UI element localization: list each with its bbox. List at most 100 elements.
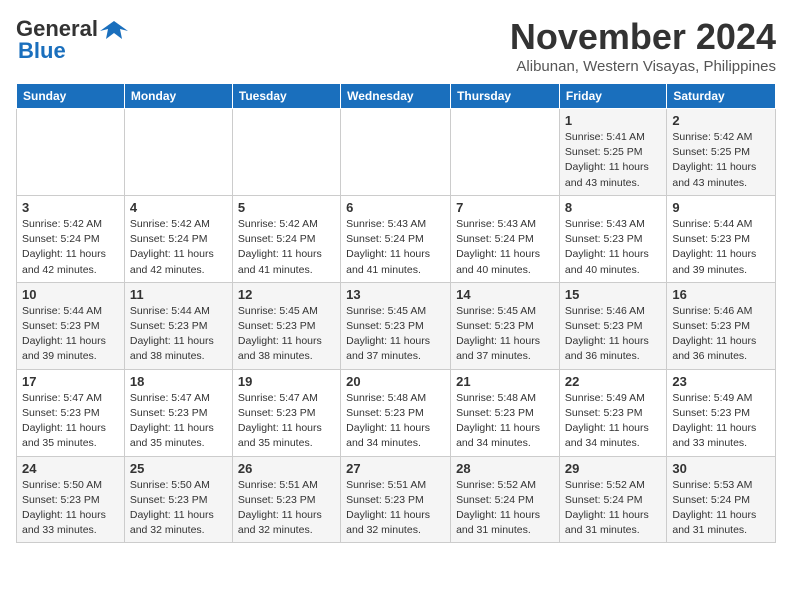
- calendar-cell: 27 Sunrise: 5:51 AM Sunset: 5:23 PM Dayli…: [341, 456, 451, 543]
- day-number: 5: [238, 200, 335, 215]
- day-info: Sunrise: 5:44 AM Sunset: 5:23 PM Dayligh…: [22, 304, 119, 365]
- header: General Blue November 2024 Alibunan, Wes…: [16, 16, 776, 75]
- day-number: 23: [672, 374, 770, 389]
- day-number: 25: [130, 461, 227, 476]
- day-number: 11: [130, 287, 227, 302]
- weekday-header-friday: Friday: [559, 84, 666, 109]
- day-info: Sunrise: 5:44 AM Sunset: 5:23 PM Dayligh…: [130, 304, 227, 365]
- logo-text-blue: Blue: [18, 38, 66, 64]
- day-number: 7: [456, 200, 554, 215]
- day-info: Sunrise: 5:51 AM Sunset: 5:23 PM Dayligh…: [238, 478, 335, 539]
- weekday-header-wednesday: Wednesday: [341, 84, 451, 109]
- day-info: Sunrise: 5:47 AM Sunset: 5:23 PM Dayligh…: [238, 391, 335, 452]
- day-number: 4: [130, 200, 227, 215]
- day-number: 18: [130, 374, 227, 389]
- calendar-cell: 2 Sunrise: 5:42 AM Sunset: 5:25 PM Daylig…: [667, 109, 776, 196]
- calendar-cell: 12 Sunrise: 5:45 AM Sunset: 5:23 PM Dayli…: [232, 282, 340, 369]
- calendar-cell: 28 Sunrise: 5:52 AM Sunset: 5:24 PM Dayli…: [451, 456, 560, 543]
- day-number: 29: [565, 461, 661, 476]
- calendar-cell: 13 Sunrise: 5:45 AM Sunset: 5:23 PM Dayli…: [341, 282, 451, 369]
- day-number: 28: [456, 461, 554, 476]
- calendar-cell: 18 Sunrise: 5:47 AM Sunset: 5:23 PM Dayli…: [124, 369, 232, 456]
- logo-bird-icon: [100, 19, 128, 39]
- day-info: Sunrise: 5:43 AM Sunset: 5:23 PM Dayligh…: [565, 217, 661, 278]
- title-area: November 2024 Alibunan, Western Visayas,…: [510, 16, 776, 75]
- day-number: 17: [22, 374, 119, 389]
- calendar-cell: 29Sunrise: 5:52 AM Sunset: 5:24 PM Dayli…: [559, 456, 666, 543]
- calendar-cell: 21Sunrise: 5:48 AM Sunset: 5:23 PM Dayli…: [451, 369, 560, 456]
- calendar-cell: [232, 109, 340, 196]
- day-number: 3: [22, 200, 119, 215]
- calendar-cell: [124, 109, 232, 196]
- day-info: Sunrise: 5:49 AM Sunset: 5:23 PM Dayligh…: [672, 391, 770, 452]
- calendar-cell: 8 Sunrise: 5:43 AM Sunset: 5:23 PM Daylig…: [559, 195, 666, 282]
- day-info: Sunrise: 5:49 AM Sunset: 5:23 PM Dayligh…: [565, 391, 661, 452]
- week-row-3: 10 Sunrise: 5:44 AM Sunset: 5:23 PM Dayli…: [17, 282, 776, 369]
- day-info: Sunrise: 5:50 AM Sunset: 5:23 PM Dayligh…: [130, 478, 227, 539]
- day-number: 22: [565, 374, 661, 389]
- day-number: 30: [672, 461, 770, 476]
- day-info: Sunrise: 5:45 AM Sunset: 5:23 PM Dayligh…: [456, 304, 554, 365]
- day-info: Sunrise: 5:48 AM Sunset: 5:23 PM Dayligh…: [456, 391, 554, 452]
- day-info: Sunrise: 5:42 AM Sunset: 5:24 PM Dayligh…: [238, 217, 335, 278]
- day-number: 15: [565, 287, 661, 302]
- calendar-cell: 10 Sunrise: 5:44 AM Sunset: 5:23 PM Dayli…: [17, 282, 125, 369]
- calendar-cell: [451, 109, 560, 196]
- day-info: Sunrise: 5:45 AM Sunset: 5:23 PM Dayligh…: [346, 304, 445, 365]
- calendar-table: SundayMondayTuesdayWednesdayThursdayFrid…: [16, 83, 776, 543]
- day-number: 27: [346, 461, 445, 476]
- day-number: 2: [672, 113, 770, 128]
- day-info: Sunrise: 5:42 AM Sunset: 5:24 PM Dayligh…: [130, 217, 227, 278]
- calendar-cell: 15 Sunrise: 5:46 AM Sunset: 5:23 PM Dayli…: [559, 282, 666, 369]
- day-number: 9: [672, 200, 770, 215]
- weekday-header-sunday: Sunday: [17, 84, 125, 109]
- calendar-cell: [17, 109, 125, 196]
- calendar-cell: 16 Sunrise: 5:46 AM Sunset: 5:23 PM Dayli…: [667, 282, 776, 369]
- day-number: 10: [22, 287, 119, 302]
- day-number: 8: [565, 200, 661, 215]
- day-number: 12: [238, 287, 335, 302]
- day-number: 24: [22, 461, 119, 476]
- day-info: Sunrise: 5:44 AM Sunset: 5:23 PM Dayligh…: [672, 217, 770, 278]
- weekday-header-monday: Monday: [124, 84, 232, 109]
- week-row-4: 17 Sunrise: 5:47 AM Sunset: 5:23 PM Dayli…: [17, 369, 776, 456]
- day-number: 16: [672, 287, 770, 302]
- calendar-cell: 14 Sunrise: 5:45 AM Sunset: 5:23 PM Dayli…: [451, 282, 560, 369]
- day-info: Sunrise: 5:46 AM Sunset: 5:23 PM Dayligh…: [672, 304, 770, 365]
- week-row-2: 3 Sunrise: 5:42 AM Sunset: 5:24 PM Daylig…: [17, 195, 776, 282]
- weekday-header-thursday: Thursday: [451, 84, 560, 109]
- day-info: Sunrise: 5:53 AM Sunset: 5:24 PM Dayligh…: [672, 478, 770, 539]
- day-info: Sunrise: 5:42 AM Sunset: 5:25 PM Dayligh…: [672, 130, 770, 191]
- day-number: 13: [346, 287, 445, 302]
- day-info: Sunrise: 5:43 AM Sunset: 5:24 PM Dayligh…: [346, 217, 445, 278]
- day-info: Sunrise: 5:45 AM Sunset: 5:23 PM Dayligh…: [238, 304, 335, 365]
- weekday-header-row: SundayMondayTuesdayWednesdayThursdayFrid…: [17, 84, 776, 109]
- day-info: Sunrise: 5:43 AM Sunset: 5:24 PM Dayligh…: [456, 217, 554, 278]
- day-info: Sunrise: 5:41 AM Sunset: 5:25 PM Dayligh…: [565, 130, 661, 191]
- day-info: Sunrise: 5:51 AM Sunset: 5:23 PM Dayligh…: [346, 478, 445, 539]
- day-info: Sunrise: 5:47 AM Sunset: 5:23 PM Dayligh…: [22, 391, 119, 452]
- calendar-cell: 25 Sunrise: 5:50 AM Sunset: 5:23 PM Dayli…: [124, 456, 232, 543]
- calendar-cell: 5 Sunrise: 5:42 AM Sunset: 5:24 PM Daylig…: [232, 195, 340, 282]
- day-number: 14: [456, 287, 554, 302]
- logo: General Blue: [16, 16, 128, 64]
- calendar-cell: 24Sunrise: 5:50 AM Sunset: 5:23 PM Dayli…: [17, 456, 125, 543]
- week-row-5: 24 Sunrise: 5:50 AM Sunset: 5:23 PM Dayli…: [17, 456, 776, 543]
- calendar-cell: 17 Sunrise: 5:47 AM Sunset: 5:23 PM Dayli…: [17, 369, 125, 456]
- calendar-cell: 26 Sunrise: 5:51 AM Sunset: 5:23 PM Dayli…: [232, 456, 340, 543]
- day-info: Sunrise: 5:52 AM Sunset: 5:24 PM Dayligh…: [456, 478, 554, 539]
- calendar-cell: 19Sunrise: 5:47 AM Sunset: 5:23 PM Dayli…: [232, 369, 340, 456]
- day-number: 26: [238, 461, 335, 476]
- calendar-cell: 30 Sunrise: 5:53 AM Sunset: 5:24 PM Dayli…: [667, 456, 776, 543]
- day-info: Sunrise: 5:48 AM Sunset: 5:23 PM Dayligh…: [346, 391, 445, 452]
- month-title: November 2024: [510, 16, 776, 58]
- calendar-cell: 23 Sunrise: 5:49 AM Sunset: 5:23 PM Dayli…: [667, 369, 776, 456]
- day-info: Sunrise: 5:42 AM Sunset: 5:24 PM Dayligh…: [22, 217, 119, 278]
- day-number: 20: [346, 374, 445, 389]
- day-info: Sunrise: 5:46 AM Sunset: 5:23 PM Dayligh…: [565, 304, 661, 365]
- day-number: 1: [565, 113, 661, 128]
- week-row-1: 1 Sunrise: 5:41 AM Sunset: 5:25 PM Daylig…: [17, 109, 776, 196]
- calendar-cell: [341, 109, 451, 196]
- calendar-cell: 7 Sunrise: 5:43 AM Sunset: 5:24 PM Daylig…: [451, 195, 560, 282]
- day-info: Sunrise: 5:47 AM Sunset: 5:23 PM Dayligh…: [130, 391, 227, 452]
